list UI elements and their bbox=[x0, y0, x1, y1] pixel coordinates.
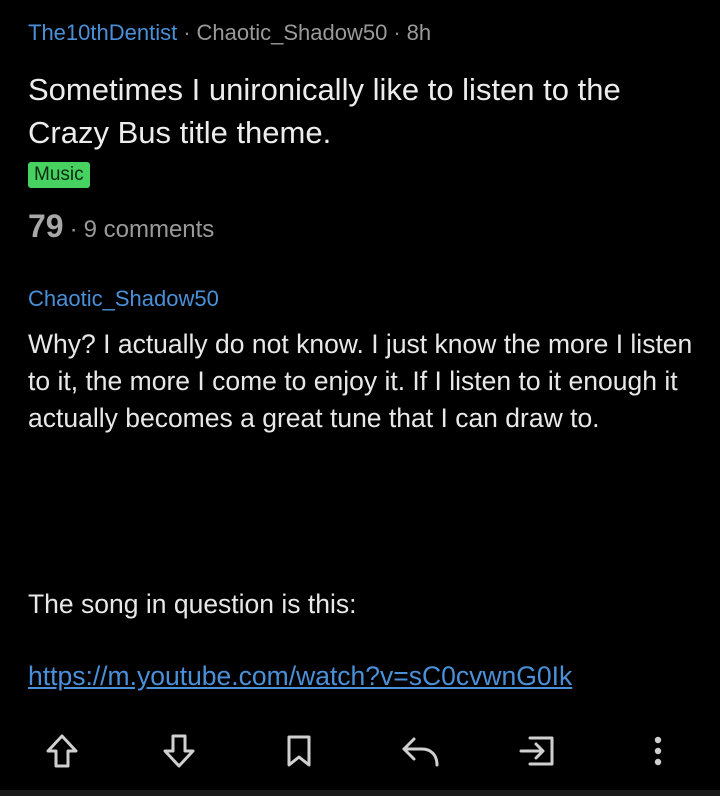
post-flair[interactable]: Music bbox=[28, 162, 90, 188]
reply-icon bbox=[400, 734, 440, 768]
meta-separator: · bbox=[393, 20, 401, 45]
meta-separator: · bbox=[183, 20, 191, 45]
more-button[interactable] bbox=[636, 726, 680, 776]
post-score: 79 bbox=[28, 208, 64, 244]
downvote-button[interactable] bbox=[157, 726, 201, 776]
arrow-up-icon bbox=[45, 733, 79, 769]
share-icon bbox=[518, 734, 556, 768]
post-body-paragraph: The song in question is this: bbox=[28, 589, 357, 619]
share-button[interactable] bbox=[515, 726, 559, 776]
post-body-paragraph: Why? I actually do not know. I just know… bbox=[28, 329, 693, 433]
youtube-link[interactable]: https://m.youtube.com/watch?v=sC0cvwnG0I… bbox=[28, 658, 572, 695]
more-vertical-icon bbox=[652, 734, 664, 768]
bookmark-icon bbox=[285, 734, 313, 768]
post-author[interactable]: Chaotic_Shadow50 bbox=[197, 20, 388, 45]
action-bar bbox=[0, 726, 720, 776]
post-age: 8h bbox=[406, 20, 432, 45]
post-title[interactable]: Sometimes I unironically like to listen … bbox=[28, 68, 688, 154]
comment-count[interactable]: 9 comments bbox=[84, 216, 215, 243]
save-button[interactable] bbox=[277, 726, 321, 776]
post-meta: The10thDentist · Chaotic_Shadow50 · 8h bbox=[28, 20, 431, 46]
arrow-down-icon bbox=[162, 733, 196, 769]
upvote-button[interactable] bbox=[40, 726, 84, 776]
subreddit-link[interactable]: The10thDentist bbox=[28, 20, 177, 45]
reply-button[interactable] bbox=[398, 726, 442, 776]
stats-separator: · bbox=[69, 216, 78, 243]
body-author[interactable]: Chaotic_Shadow50 bbox=[28, 286, 219, 312]
bottom-divider bbox=[0, 790, 720, 796]
post-stats: 79 · 9 comments bbox=[28, 208, 214, 245]
